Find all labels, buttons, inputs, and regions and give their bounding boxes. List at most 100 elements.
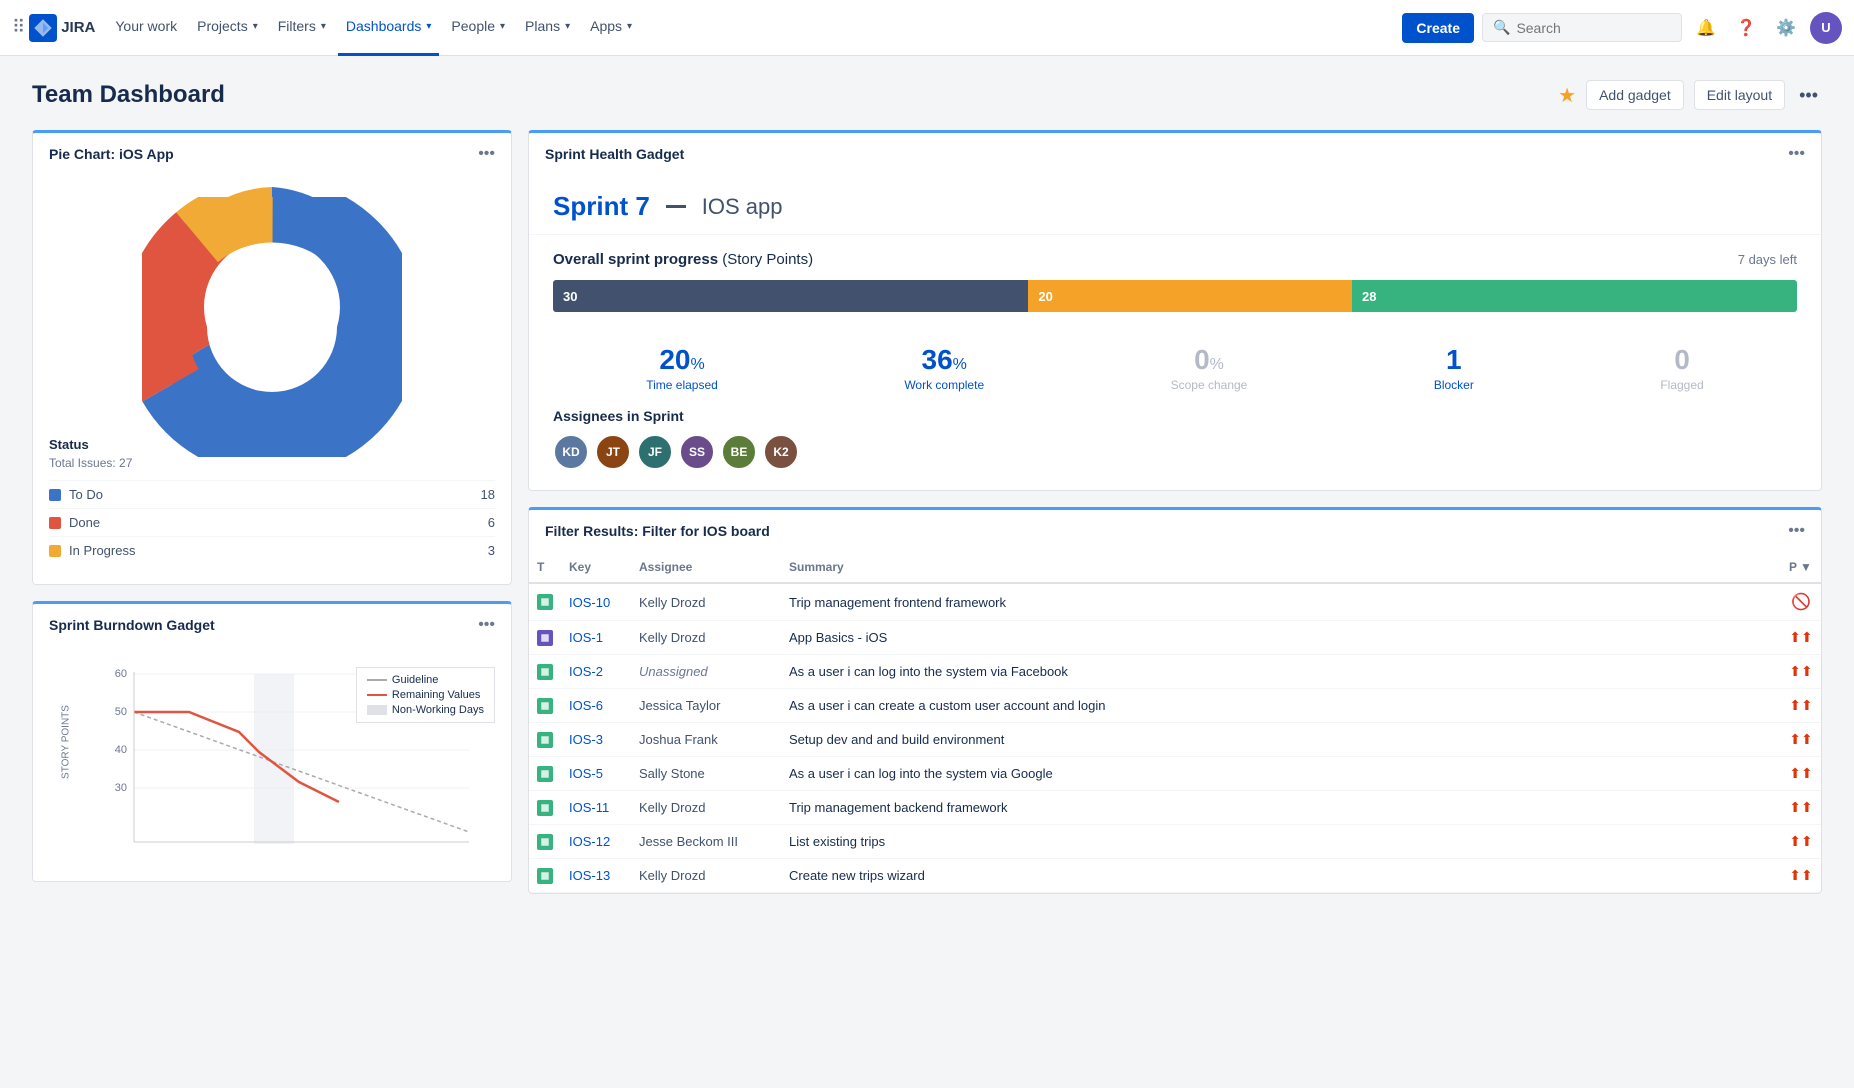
create-button[interactable]: Create (1402, 13, 1474, 43)
sprint-health-menu-button[interactable]: ••• (1788, 145, 1805, 163)
issue-type-icon (537, 800, 553, 816)
cell-priority: ⬆⬆ (1781, 757, 1821, 791)
cell-key[interactable]: IOS-13 (561, 859, 631, 893)
cell-assignee: Unassigned (631, 655, 781, 689)
cell-key[interactable]: IOS-2 (561, 655, 631, 689)
chevron-down-icon: ▾ (627, 21, 632, 32)
more-options-button[interactable]: ••• (1795, 81, 1822, 110)
cell-summary: As a user i can create a custom user acc… (781, 689, 1781, 723)
issue-type-icon (537, 766, 553, 782)
pie-chart-body: Status Total Issues: 27 To Do 18 (33, 175, 511, 584)
done-color-dot (49, 517, 61, 529)
search-box[interactable]: 🔍 (1482, 13, 1682, 42)
page-content: Team Dashboard ★ Add gadget Edit layout … (0, 56, 1854, 918)
nav-your-work[interactable]: Your work (107, 0, 185, 56)
pie-chart-title: Pie Chart: iOS App (49, 146, 174, 162)
cell-assignee: Kelly Drozd (631, 859, 781, 893)
issue-type-icon (537, 630, 553, 646)
cell-summary: Setup dev and and build environment (781, 723, 1781, 757)
filter-table-head: T Key Assignee Summary P ▼ (529, 552, 1821, 583)
chevron-down-icon: ▾ (565, 21, 570, 32)
burndown-body: STORY POINTS 60 50 40 30 (33, 646, 511, 881)
cell-assignee: Kelly Drozd (631, 583, 781, 621)
search-icon: 🔍 (1493, 19, 1510, 36)
cell-type (529, 621, 561, 655)
cell-key[interactable]: IOS-6 (561, 689, 631, 723)
grid-icon: ⠿ (12, 17, 25, 38)
cell-priority: ⬆⬆ (1781, 723, 1821, 757)
legend-nonworking: Non-Working Days (367, 704, 484, 716)
search-input[interactable] (1516, 20, 1671, 36)
user-avatar[interactable]: U (1810, 12, 1842, 44)
table-row: IOS-1Kelly DrozdApp Basics - iOS⬆⬆ (529, 621, 1821, 655)
assignee-avatar-2: JT (595, 434, 631, 470)
pie-chart-menu-button[interactable]: ••• (478, 145, 495, 163)
y-axis-label: STORY POINTS (60, 705, 71, 779)
legend-item-todo: To Do 18 (49, 480, 495, 508)
svg-text:50: 50 (115, 706, 127, 718)
cell-key[interactable]: IOS-5 (561, 757, 631, 791)
assignee-avatar-4: SS (679, 434, 715, 470)
right-column: Sprint Health Gadget ••• Sprint 7 IOS ap… (528, 130, 1822, 894)
cell-key[interactable]: IOS-1 (561, 621, 631, 655)
nonworking-block (367, 705, 387, 715)
flagged-label: Flagged (1660, 378, 1703, 392)
chevron-down-icon: ▾ (253, 21, 258, 32)
inprogress-label: In Progress (69, 543, 135, 558)
filter-table-body: IOS-10Kelly DrozdTrip management fronten… (529, 583, 1821, 893)
issue-type-icon (537, 732, 553, 748)
add-gadget-button[interactable]: Add gadget (1586, 80, 1684, 110)
nav-projects[interactable]: Projects ▾ (189, 0, 266, 56)
cell-key[interactable]: IOS-10 (561, 583, 631, 621)
legend-item-done: Done 6 (49, 508, 495, 536)
col-assignee: Assignee (631, 552, 781, 583)
done-count: 6 (488, 515, 495, 530)
jira-brand-text: JIRA (61, 19, 95, 36)
nav-filters[interactable]: Filters ▾ (270, 0, 334, 56)
cell-key[interactable]: IOS-12 (561, 825, 631, 859)
filter-results-body: T Key Assignee Summary P ▼ IOS-10Kelly D… (529, 552, 1821, 893)
notifications-button[interactable]: 🔔 (1690, 12, 1722, 44)
scope-change-label: Scope change (1171, 378, 1248, 392)
inprogress-count: 3 (488, 543, 495, 558)
logo-area[interactable]: ⠿ JIRA (12, 14, 95, 42)
filter-results-menu-button[interactable]: ••• (1788, 522, 1805, 540)
chevron-down-icon: ▾ (321, 21, 326, 32)
edit-layout-button[interactable]: Edit layout (1694, 80, 1785, 110)
blocker-label: Blocker (1434, 378, 1474, 392)
cell-summary: App Basics - iOS (781, 621, 1781, 655)
nav-dashboards[interactable]: Dashboards ▾ (338, 0, 440, 56)
cell-assignee: Jesse Beckom III (631, 825, 781, 859)
nav-apps[interactable]: Apps ▾ (582, 0, 640, 56)
burndown-gadget: Sprint Burndown Gadget ••• STORY POINTS … (32, 601, 512, 882)
pie-chart-header: Pie Chart: iOS App ••• (33, 133, 511, 175)
scope-change-value: 0% (1171, 344, 1248, 376)
help-button[interactable]: ❓ (1730, 12, 1762, 44)
highest-priority-icon: ⬆⬆ (1789, 765, 1812, 781)
cell-summary: Trip management backend framework (781, 791, 1781, 825)
assignees-title: Assignees in Sprint (553, 408, 1797, 424)
nav-plans[interactable]: Plans ▾ (517, 0, 578, 56)
star-button[interactable]: ★ (1558, 83, 1576, 108)
legend-remaining: Remaining Values (367, 689, 484, 701)
legend-guideline: Guideline (367, 674, 484, 686)
cell-key[interactable]: IOS-11 (561, 791, 631, 825)
nav-people[interactable]: People ▾ (443, 0, 513, 56)
cell-key[interactable]: IOS-3 (561, 723, 631, 757)
cell-assignee: Sally Stone (631, 757, 781, 791)
cell-summary: Trip management frontend framework (781, 583, 1781, 621)
col-type: T (529, 552, 561, 583)
sprint-progress-section: Overall sprint progress (Story Points) 7… (529, 235, 1821, 328)
page-header: Team Dashboard ★ Add gadget Edit layout … (32, 80, 1822, 110)
legend-item-inprogress: In Progress 3 (49, 536, 495, 564)
flagged-value: 0 (1660, 344, 1703, 376)
issue-type-icon (537, 664, 553, 680)
cell-type (529, 689, 561, 723)
cell-priority: 🚫 (1781, 583, 1821, 621)
settings-button[interactable]: ⚙️ (1770, 12, 1802, 44)
burndown-header: Sprint Burndown Gadget ••• (33, 604, 511, 646)
filter-results-header: Filter Results: Filter for IOS board ••• (529, 510, 1821, 552)
table-row: IOS-13Kelly DrozdCreate new trips wizard… (529, 859, 1821, 893)
burndown-menu-button[interactable]: ••• (478, 616, 495, 634)
highest-priority-icon: ⬆⬆ (1789, 663, 1812, 679)
